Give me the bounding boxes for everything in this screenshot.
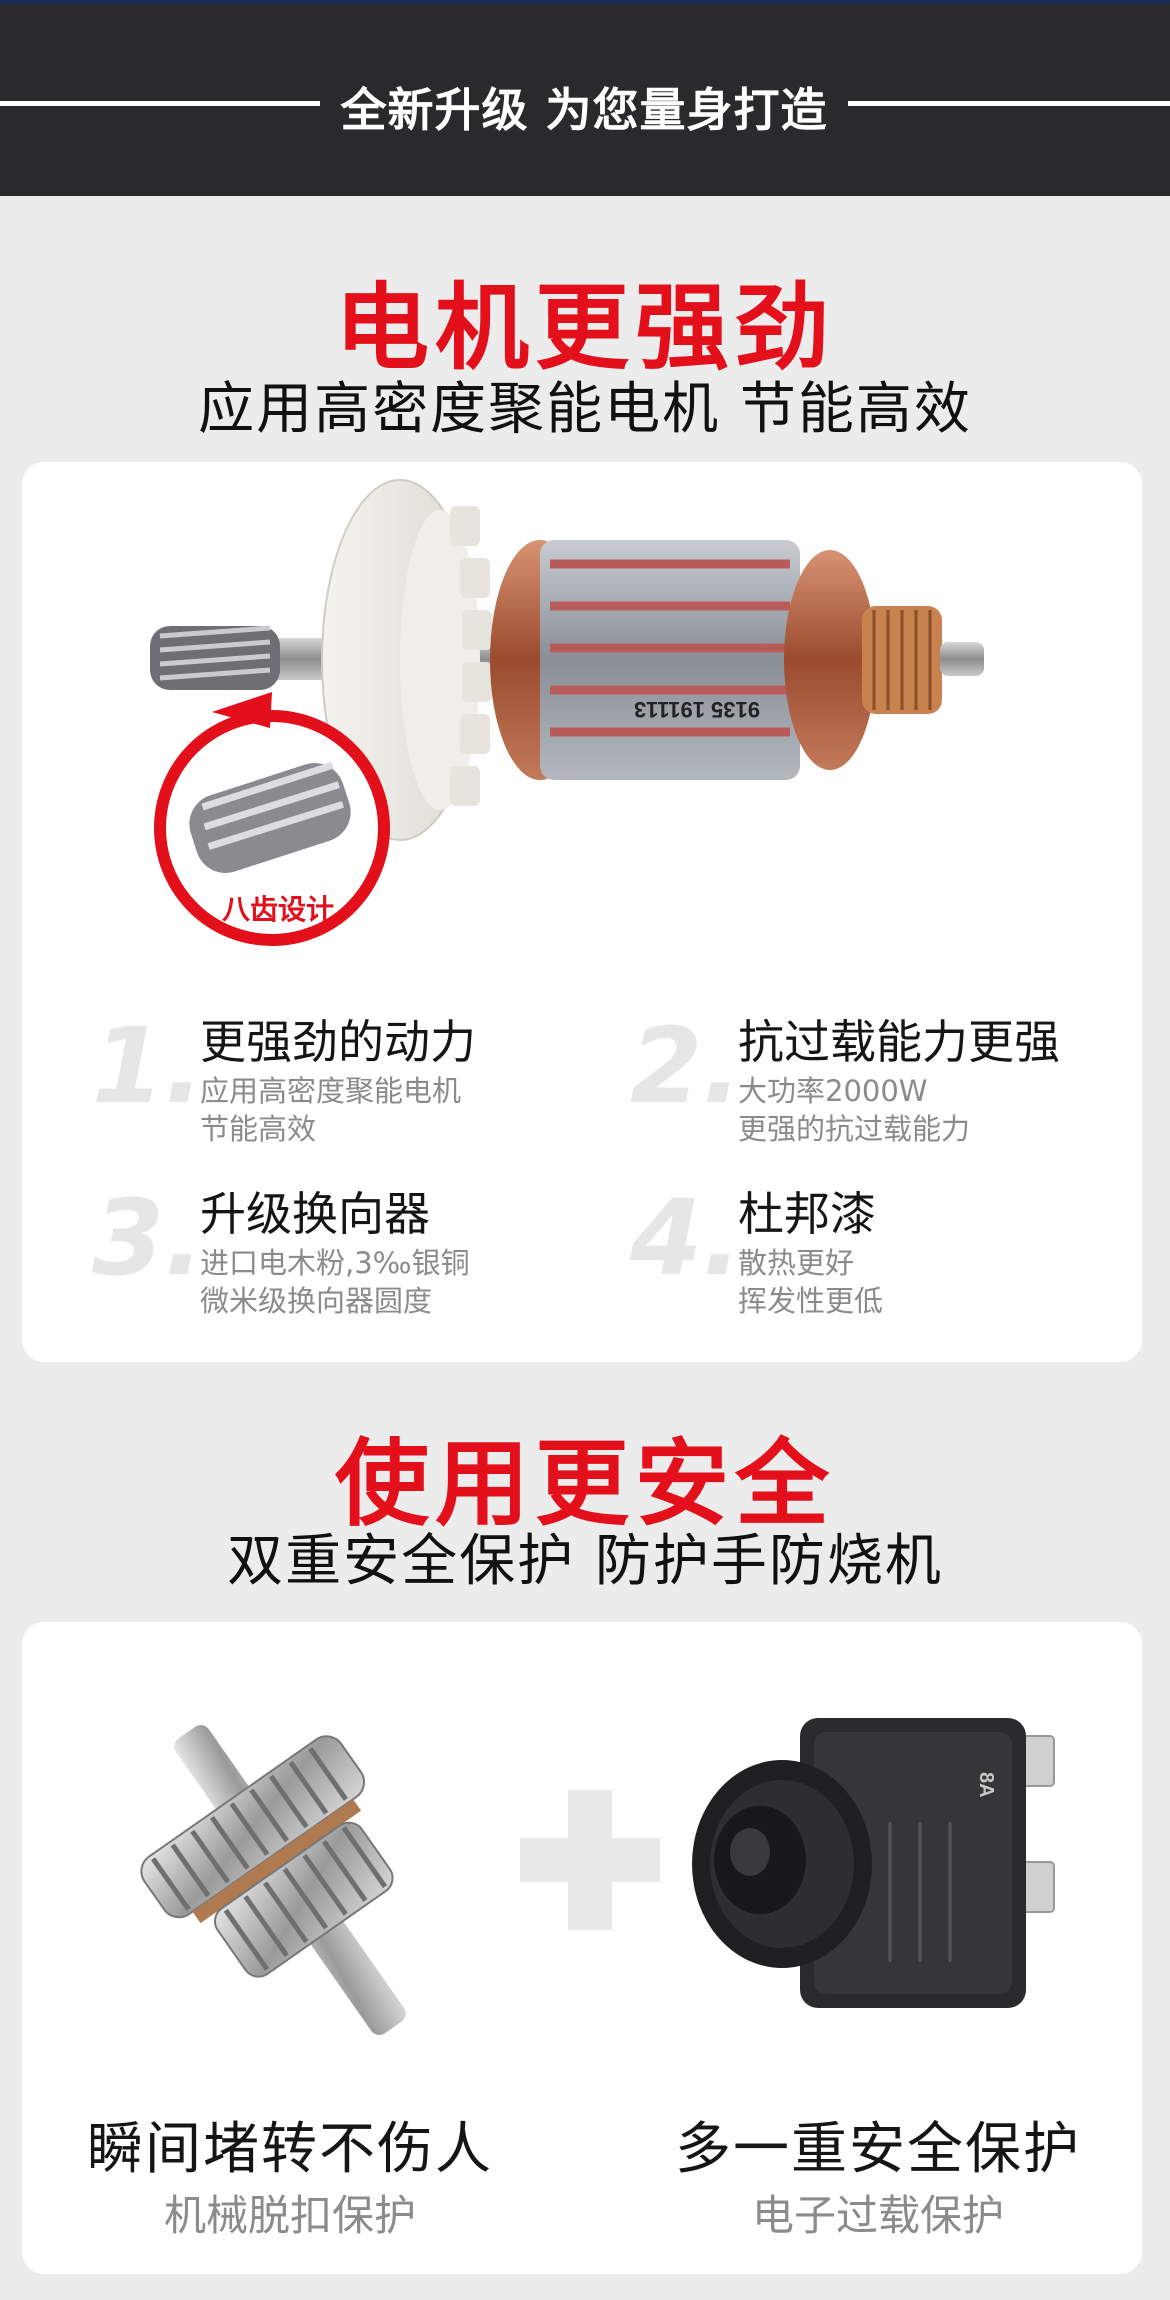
feature-title: 杜邦漆 <box>738 1187 876 1241</box>
banner-title: 全新升级 为您量身打造 <box>340 83 828 137</box>
mechanical-protection-title: 瞬间堵转不伤人 <box>87 2117 493 2182</box>
feature-1: 1. 更强劲的动力 应用高密度聚能电机 节能高效 <box>92 1006 562 1176</box>
feature-title: 升级换向器 <box>200 1187 430 1241</box>
feature-desc-line: 微米级换向器圆度 <box>200 1284 433 1318</box>
feature-desc-line: 大功率2000W <box>738 1074 928 1108</box>
top-banner: 全新升级 为您量身打造 <box>0 0 1170 196</box>
feature-number: 3. <box>92 1177 204 1299</box>
banner-divider-right <box>848 101 1170 106</box>
feature-4: 4. 杜邦漆 散热更好 挥发性更低 <box>630 1178 1100 1348</box>
feature-number: 1. <box>92 1005 204 1127</box>
feature-number: 4. <box>630 1177 742 1299</box>
circuit-breaker-image: 8A <box>690 1712 1070 2032</box>
banner-divider-left <box>0 101 320 106</box>
gear-assembly-image <box>110 1700 470 2060</box>
feature-desc: 进口电木粉,3‰银铜 微米级换向器圆度 <box>200 1244 470 1320</box>
badge-label: 八齿设计 <box>221 893 334 926</box>
feature-desc-line: 更强的抗过载能力 <box>738 1112 971 1146</box>
mechanical-protection-sub: 机械脱扣保护 <box>163 2191 416 2240</box>
electronic-protection-sub: 电子过载保护 <box>751 2191 1004 2240</box>
electronic-protection-title: 多一重安全保护 <box>675 2117 1081 2182</box>
svg-text:8A: 8A <box>975 1772 997 1798</box>
svg-text:9135 191113: 9135 191113 <box>634 697 760 722</box>
plus-icon <box>520 1790 660 1930</box>
feature-desc-line: 挥发性更低 <box>738 1284 884 1318</box>
feature-title: 抗过载能力更强 <box>738 1015 1060 1069</box>
feature-desc-line: 进口电木粉,3‰银铜 <box>200 1246 470 1280</box>
feature-desc: 大功率2000W 更强的抗过载能力 <box>738 1072 970 1148</box>
feature-2: 2. 抗过载能力更强 大功率2000W 更强的抗过载能力 <box>630 1006 1100 1176</box>
safety-subheading: 双重安全保护 防护手防烧机 <box>227 1529 943 1594</box>
feature-desc-line: 应用高密度聚能电机 <box>200 1074 462 1108</box>
feature-3: 3. 升级换向器 进口电木粉,3‰银铜 微米级换向器圆度 <box>92 1178 562 1348</box>
feature-title: 更强劲的动力 <box>200 1015 476 1069</box>
motor-subheading: 应用高密度聚能电机 节能高效 <box>198 377 972 442</box>
feature-desc: 散热更好 挥发性更低 <box>738 1244 883 1320</box>
feature-number: 2. <box>630 1005 742 1127</box>
feature-desc: 应用高密度聚能电机 节能高效 <box>200 1072 461 1148</box>
feature-desc-line: 节能高效 <box>200 1112 317 1146</box>
feature-desc-line: 散热更好 <box>738 1246 855 1280</box>
